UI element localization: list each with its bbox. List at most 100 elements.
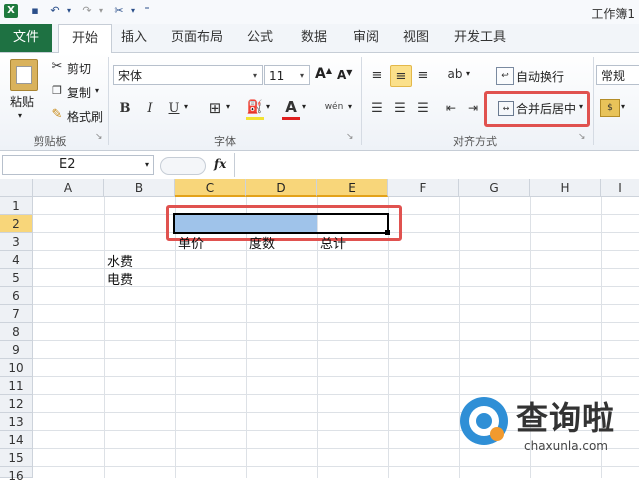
row-header-11[interactable]: 11	[0, 377, 33, 395]
orientation-icon[interactable]: ab	[446, 65, 464, 83]
row-header-9[interactable]: 9	[0, 341, 33, 359]
orientation-dropdown-icon[interactable]: ▾	[466, 69, 470, 78]
fill-color-icon[interactable]: ⛽	[246, 97, 264, 120]
row-header-6[interactable]: 6	[0, 287, 33, 305]
paste-icon[interactable]	[10, 59, 38, 91]
borders-icon[interactable]: ⊞	[206, 99, 224, 117]
tab-formulas[interactable]: 公式	[240, 24, 280, 52]
phonetic-dropdown-icon[interactable]: ▾	[348, 102, 352, 111]
row-header-4[interactable]: 4	[0, 251, 33, 269]
align-center-icon[interactable]: ☰	[391, 99, 409, 117]
tab-developer[interactable]: 开发工具	[448, 24, 512, 52]
row-header-3[interactable]: 3	[0, 233, 33, 251]
bold-button[interactable]: B	[117, 99, 133, 117]
font-name-combo[interactable]: 宋体 ▾	[113, 65, 263, 85]
cell-b4[interactable]: 水费	[107, 251, 133, 270]
clipboard-launcher-icon[interactable]: ↘	[95, 132, 103, 142]
formula-input[interactable]	[234, 153, 639, 177]
column-header-c[interactable]: C	[175, 179, 246, 197]
row-header-10[interactable]: 10	[0, 359, 33, 377]
column-header-h[interactable]: H	[530, 179, 601, 197]
row-header-12[interactable]: 12	[0, 395, 33, 413]
insert-function-icon[interactable]: fx	[214, 157, 226, 171]
alignment-launcher-icon[interactable]: ↘	[578, 132, 586, 142]
chevron-down-icon[interactable]: ▾	[248, 66, 262, 84]
column-header-b[interactable]: B	[104, 179, 175, 197]
column-header-i[interactable]: I	[601, 179, 639, 197]
font-size-combo[interactable]: 11 ▾	[264, 65, 310, 85]
align-top-icon[interactable]: ≡	[368, 67, 386, 83]
worksheet-grid[interactable]: A B C D E F G H I 1 2 3 4 5 6 7 8 9 10 1…	[0, 179, 639, 483]
row-header-16[interactable]: 16	[0, 467, 33, 483]
fill-color-dropdown-icon[interactable]: ▾	[266, 102, 270, 111]
tab-insert[interactable]: 插入	[116, 24, 152, 52]
column-header-d[interactable]: D	[246, 179, 317, 197]
align-right-icon[interactable]: ☰	[414, 99, 432, 117]
chevron-down-icon[interactable]: ▾	[295, 66, 309, 84]
font-color-icon[interactable]: A	[282, 96, 300, 120]
row-header-7[interactable]: 7	[0, 305, 33, 323]
copy-dropdown-icon[interactable]: ▾	[95, 86, 99, 95]
row-header-13[interactable]: 13	[0, 413, 33, 431]
column-header-e[interactable]: E	[317, 179, 388, 197]
align-middle-icon[interactable]: ≡	[390, 65, 412, 87]
save-icon[interactable]: ▪	[28, 4, 42, 18]
underline-dropdown-icon[interactable]: ▾	[184, 102, 188, 111]
row-header-8[interactable]: 8	[0, 323, 33, 341]
tools-dropdown-icon[interactable]: ▾	[126, 4, 140, 18]
cell-b5[interactable]: 电费	[107, 269, 133, 288]
column-header-g[interactable]: G	[459, 179, 530, 197]
borders-dropdown-icon[interactable]: ▾	[226, 102, 230, 111]
column-header-a[interactable]: A	[33, 179, 104, 197]
paste-dropdown-icon[interactable]: ▾	[18, 111, 22, 120]
italic-button[interactable]: I	[142, 99, 158, 117]
tab-file[interactable]: 文件	[0, 24, 52, 52]
align-left-icon[interactable]: ☰	[368, 99, 386, 117]
wrap-text-button[interactable]: 自动换行	[516, 68, 564, 85]
align-bottom-icon[interactable]: ≡	[414, 67, 432, 83]
currency-dropdown-icon[interactable]: ▾	[621, 102, 625, 111]
format-painter-button[interactable]: 格式刷	[67, 108, 103, 125]
decrease-indent-icon[interactable]: ⇤	[442, 99, 460, 117]
cut-button[interactable]: 剪切	[67, 60, 91, 77]
gridline	[33, 322, 639, 323]
underline-button[interactable]: U	[166, 99, 182, 117]
phonetic-icon[interactable]: wén	[322, 97, 346, 117]
grow-font-button[interactable]: A▲	[315, 66, 332, 82]
title-bar: X ▪ ↶ ▾ ↷ ▾ ✂ ▾ ⁼ 工作簿1	[0, 0, 639, 25]
row-header-2[interactable]: 2	[0, 215, 33, 233]
cell-c3[interactable]: 单价	[178, 233, 204, 252]
shrink-font-button[interactable]: A▼	[337, 68, 352, 82]
customize-toolbar-icon[interactable]: ⁼	[140, 4, 154, 18]
row-header-5[interactable]: 5	[0, 269, 33, 287]
row-header-15[interactable]: 15	[0, 449, 33, 467]
redo-icon[interactable]: ↷	[80, 4, 94, 18]
number-format-combo[interactable]: 常规	[596, 65, 639, 85]
name-box-dropdown-icon[interactable]: ▾	[145, 156, 149, 174]
redo-dropdown-icon[interactable]: ▾	[94, 4, 108, 18]
row-header-1[interactable]: 1	[0, 197, 33, 215]
tab-review[interactable]: 审阅	[346, 24, 386, 52]
cell-d3[interactable]: 度数	[249, 233, 275, 252]
cell-e3[interactable]: 总计	[320, 233, 346, 252]
font-color-dropdown-icon[interactable]: ▾	[302, 102, 306, 111]
name-box[interactable]: E2 ▾	[2, 155, 154, 175]
font-launcher-icon[interactable]: ↘	[346, 132, 354, 142]
select-all-corner[interactable]	[0, 179, 33, 197]
column-header-f[interactable]: F	[388, 179, 459, 197]
currency-icon[interactable]: $	[600, 99, 620, 117]
formula-bar-handle[interactable]	[160, 157, 206, 175]
row-header-14[interactable]: 14	[0, 431, 33, 449]
tab-home[interactable]: 开始	[58, 24, 112, 54]
tab-view[interactable]: 视图	[396, 24, 436, 52]
gridline	[33, 340, 639, 341]
undo-icon[interactable]: ↶	[48, 4, 62, 18]
copy-button[interactable]: 复制	[67, 84, 91, 101]
tools-icon[interactable]: ✂	[112, 4, 126, 18]
wrap-text-icon: ↩	[496, 67, 514, 85]
tab-page-layout[interactable]: 页面布局	[166, 24, 228, 52]
increase-indent-icon[interactable]: ⇥	[464, 99, 482, 117]
undo-dropdown-icon[interactable]: ▾	[62, 4, 76, 18]
paste-button[interactable]: 粘贴	[10, 93, 34, 110]
tab-data[interactable]: 数据	[294, 24, 334, 52]
